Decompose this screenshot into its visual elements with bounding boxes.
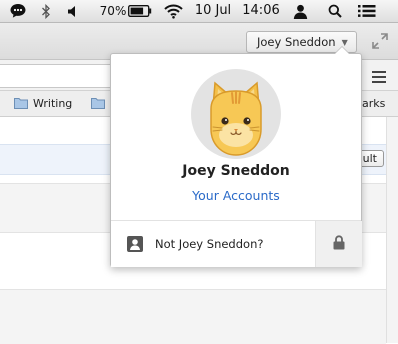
menu-bar: 70% 10 Jul 14:06 — [0, 0, 398, 23]
cat-avatar-icon — [210, 81, 262, 156]
clock-text: 14:06 — [242, 3, 280, 18]
bookmark-writing[interactable]: Writing — [14, 95, 72, 111]
folder-icon — [14, 97, 28, 109]
bookmark-label: Writing — [33, 96, 73, 110]
your-accounts-link[interactable]: Your Accounts — [111, 188, 361, 203]
user-icon[interactable] — [291, 0, 309, 22]
bluetooth-icon[interactable] — [39, 0, 53, 22]
person-card-icon — [127, 236, 143, 252]
bookmark-other[interactable]: arks — [362, 95, 385, 111]
bookmark-folder[interactable] — [91, 95, 105, 111]
date-text: 10 Jul — [194, 3, 232, 18]
content-row — [0, 289, 386, 344]
folder-icon — [91, 97, 105, 109]
hamburger-menu-icon[interactable] — [372, 68, 386, 83]
default-button-label: ult — [362, 152, 377, 165]
profile-popup: Joey Sneddon Your Accounts Not Joey Sned… — [110, 46, 362, 267]
avatar[interactable] — [191, 69, 281, 159]
switch-person-label: Not Joey Sneddon? — [155, 237, 264, 251]
lock-profile-button[interactable] — [315, 221, 362, 267]
chat-bubble-icon[interactable] — [8, 0, 28, 22]
volume-icon[interactable] — [66, 0, 82, 22]
profile-button-label: Joey Sneddon — [257, 35, 336, 49]
fullscreen-icon[interactable] — [371, 32, 389, 50]
switch-person-button[interactable]: Not Joey Sneddon? — [111, 221, 315, 267]
wifi-icon[interactable] — [162, 0, 184, 22]
lock-icon — [333, 234, 345, 254]
battery-icon[interactable] — [127, 0, 153, 22]
list-icon[interactable] — [356, 0, 378, 22]
address-bar[interactable] — [0, 64, 114, 88]
scrollbar[interactable] — [386, 117, 398, 343]
profile-name: Joey Sneddon — [182, 163, 290, 179]
bookmark-label: arks — [362, 96, 386, 110]
search-icon[interactable] — [326, 0, 344, 22]
battery-percent: 70% — [99, 4, 127, 18]
popup-footer: Not Joey Sneddon? — [111, 220, 362, 267]
